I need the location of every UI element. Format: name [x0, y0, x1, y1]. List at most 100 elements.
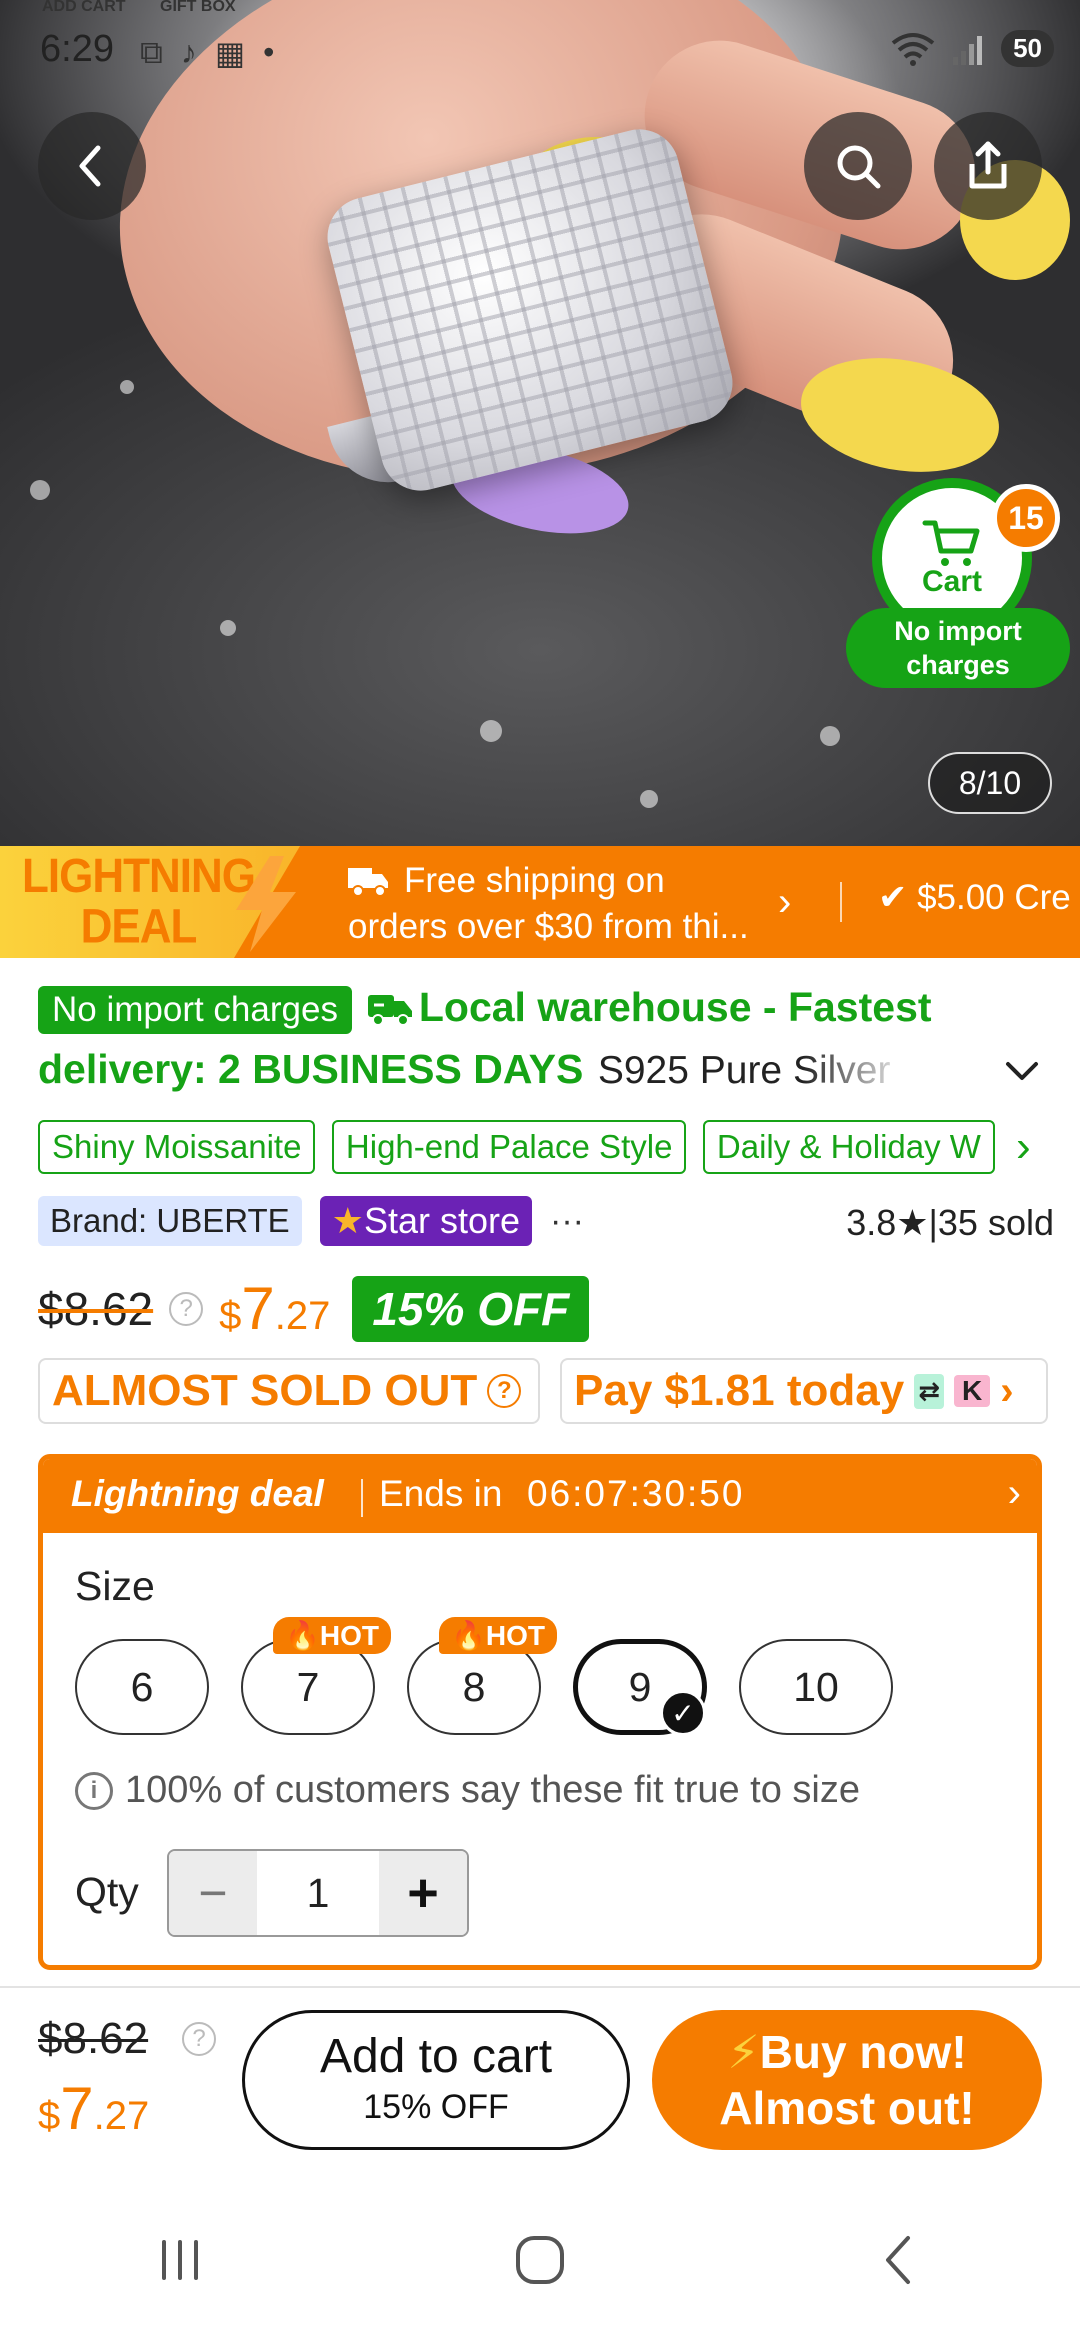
chevron-right-icon: ›	[778, 880, 792, 924]
add-to-cart-button[interactable]: Add to cart 15% OFF	[242, 2010, 630, 2150]
sparkle	[30, 480, 50, 500]
star-store-badge[interactable]: ★Star store	[319, 1196, 532, 1246]
price-decimal: .27	[274, 1294, 331, 1338]
dot-icon: •	[263, 34, 275, 70]
buy-now-label: Buy now!	[759, 2026, 967, 2078]
sparkle	[480, 720, 502, 742]
rating-value: 3.8	[846, 1202, 897, 1243]
bottom-action-bar: $8.62 ? $7.27 Add to cart 15% OFF ⚡Buy n…	[0, 1986, 1080, 2162]
back-nav-icon[interactable]	[868, 2228, 932, 2292]
size-option-6[interactable]: 6	[75, 1639, 209, 1735]
size-option-label: 6	[130, 1663, 154, 1710]
pay-later-box[interactable]: Pay $1.81 today ⇄ K ›	[560, 1358, 1048, 1424]
size-label: Size	[75, 1563, 155, 1609]
cart-float-button[interactable]: Cart 15 No import charges	[846, 478, 1072, 688]
bottom-sale-price: $7.27	[38, 2074, 149, 2143]
search-icon	[837, 145, 881, 189]
lightning-deal-banner[interactable]: LIGHTNING DEAL Free shipping on orders o…	[0, 846, 1080, 958]
feature-chip[interactable]: Shiny Moissanite	[38, 1120, 316, 1174]
delivery-row[interactable]: No import charges Local warehouse - Fast…	[38, 984, 1048, 1034]
cart-label: Cart	[921, 565, 982, 598]
lightning-deal-title: Lightning deal	[71, 1473, 324, 1514]
original-price: $8.62	[38, 1282, 154, 1335]
back-button[interactable]	[38, 112, 146, 220]
delivery-text: delivery: 2 BUSINESS DAYS	[38, 1046, 584, 1092]
minus-icon: −	[198, 1865, 228, 1921]
status-system-icons: 50	[889, 30, 1054, 67]
almost-sold-out-box[interactable]: ALMOST SOLD OUT ?	[38, 1358, 540, 1424]
afterpay-icon: ⇄	[914, 1373, 944, 1409]
free-shipping-line2: orders over $30 from thi...	[348, 907, 749, 946]
feature-chips[interactable]: Shiny Moissanite High-end Palace Style D…	[38, 1120, 1028, 1174]
feature-chip[interactable]: High-end Palace Style	[331, 1120, 687, 1174]
buy-now-line1: ⚡Buy now!	[652, 2024, 1042, 2080]
bottom-original-price: $8.62	[38, 2014, 149, 2063]
divider	[361, 1479, 363, 1517]
help-icon: ?	[487, 1374, 522, 1408]
hot-badge-label: HOT	[485, 1620, 545, 1651]
size-option-label: 9	[628, 1663, 652, 1710]
more-icon[interactable]: ···	[550, 1202, 584, 1241]
check-icon: ✔	[878, 878, 908, 917]
star-icon: ★	[896, 1202, 929, 1243]
status-tiny-label: GIFT BOX	[160, 0, 236, 15]
product-image[interactable]	[0, 0, 1080, 846]
chevron-right-icon: ›	[1007, 1471, 1021, 1515]
qty-decrease-button[interactable]: −	[169, 1851, 257, 1935]
fit-note-text: 100% of customers say these fit true to …	[125, 1769, 861, 1811]
star-icon: ★	[331, 1200, 364, 1241]
chevron-right-icon[interactable]: ›	[1016, 1122, 1031, 1172]
help-icon[interactable]: ?	[169, 1291, 204, 1326]
feature-chip[interactable]: Daily & Holiday W	[702, 1120, 995, 1174]
size-option-8[interactable]: 🔥HOT 8	[407, 1617, 557, 1735]
divider	[840, 882, 842, 922]
home-icon[interactable]	[508, 2228, 572, 2292]
size-option-label: 10	[793, 1663, 839, 1710]
recent-apps-icon[interactable]	[148, 2228, 212, 2292]
search-button[interactable]	[804, 112, 912, 220]
price-currency: $	[219, 1294, 242, 1338]
check-icon: ✓	[660, 1690, 706, 1736]
flame-icon: 🔥	[285, 1620, 320, 1651]
share-button[interactable]	[934, 112, 1042, 220]
rating-row[interactable]: 3.8★|35 sold	[846, 1202, 1054, 1244]
status-bar: ADD CART GIFT BOX 6:29 ⧉ ♪ ▦ • 50	[0, 0, 1080, 80]
ends-in-label: Ends in	[379, 1473, 503, 1514]
help-icon[interactable]: ?	[182, 2022, 216, 2056]
size-option-10[interactable]: 10	[739, 1639, 893, 1735]
cart-count-badge: 15	[992, 484, 1060, 552]
price-row: $8.62 ? $7.27 15% OFF	[38, 1274, 590, 1343]
size-option-9-selected[interactable]: 9 ✓	[573, 1639, 707, 1736]
cart-icon	[922, 520, 980, 566]
chevron-left-icon	[79, 145, 101, 187]
fit-note: i 100% of customers say these fit true t…	[75, 1769, 860, 1812]
qty-increase-button[interactable]: +	[379, 1851, 467, 1935]
price-integer: 7	[60, 2075, 94, 2142]
title-row[interactable]: delivery: 2 BUSINESS DAYS S925 Pure Silv…	[38, 1046, 1048, 1093]
no-import-pill: No import charges	[846, 608, 1070, 688]
discount-tag: 15% OFF	[352, 1275, 590, 1342]
sale-price: $7.27	[219, 1274, 330, 1343]
star-store-label: Star store	[363, 1200, 520, 1241]
lightning-deal-line2: DEAL	[80, 899, 198, 954]
no-import-pill-line1: No import	[894, 616, 1022, 646]
sparkle	[820, 726, 840, 746]
plus-icon: +	[407, 1863, 439, 1923]
lightning-deal-text: LIGHTNING DEAL	[22, 851, 256, 954]
size-option-7[interactable]: 🔥HOT 7	[241, 1617, 391, 1735]
klarna-icon: K	[954, 1375, 991, 1407]
buy-now-line2: Almost out!	[719, 2082, 975, 2134]
size-option-label: 8	[462, 1663, 486, 1710]
tiktok-icon: ♪	[180, 34, 197, 70]
qty-value[interactable]: 1	[257, 1851, 379, 1935]
status-time: 6:29	[40, 28, 114, 70]
buy-now-button[interactable]: ⚡Buy now! Almost out!	[652, 2010, 1042, 2150]
lightning-deal-panel: Lightning deal Ends in 06:07:30:50 › Siz…	[38, 1454, 1042, 1970]
brand-row: Brand: UBERTE ★Star store ···	[38, 1196, 584, 1246]
chevron-down-icon[interactable]	[1004, 1060, 1040, 1084]
image-counter: 8/10	[928, 752, 1052, 814]
lightning-deal-header[interactable]: Lightning deal Ends in 06:07:30:50 ›	[43, 1459, 1037, 1533]
free-shipping-text: Free shipping on orders over $30 from th…	[348, 858, 749, 950]
lightning-bolt-icon: ⚡	[727, 2026, 760, 2078]
brand-tag[interactable]: Brand: UBERTE	[38, 1196, 302, 1246]
